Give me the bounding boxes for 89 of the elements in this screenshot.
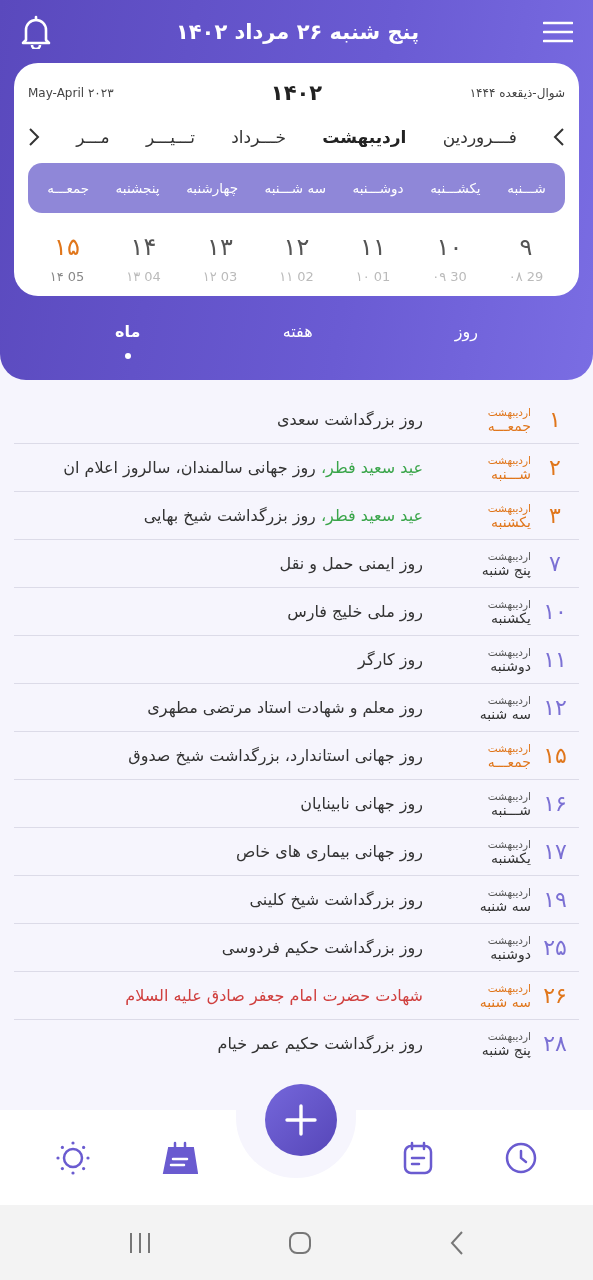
event-day-number: ۲۵ (542, 935, 568, 960)
weekday-label: پنجشنبه (115, 180, 160, 196)
event-day-number: ۱۵ (542, 743, 568, 768)
event-day-number: ۲ (548, 455, 562, 480)
month-tab[interactable]: اردیبهشت (322, 127, 407, 147)
day-subdate: ۱۴ 05 (49, 269, 85, 284)
event-day-number: ۲۶ (542, 983, 568, 1008)
event-day-number: ۱۰ (542, 599, 568, 624)
month-tab[interactable]: خـــرداد (231, 127, 286, 147)
event-month: اردیبهشت (487, 645, 531, 658)
event-title[interactable]: روز ایمنی حمل و نقل (14, 554, 435, 573)
recent-apps-icon[interactable] (128, 1230, 153, 1255)
event-title[interactable]: عید سعید فطر، روز جهانی سالمندان، سالروز اعلام ان (14, 458, 435, 477)
event-month: اردیبهشت (487, 597, 531, 610)
event-month: اردیبهشت (487, 501, 531, 514)
menu-button[interactable] (543, 20, 573, 43)
event-title[interactable]: روز جهانی بیماری های خاص (14, 842, 435, 861)
event-day-number: ۲۸ (542, 1031, 568, 1056)
event-title[interactable]: روز بزرگداشت سعدی (14, 410, 435, 429)
event-day-number: ۱۱ (542, 647, 568, 672)
day-number[interactable]: ۱۱ (360, 233, 386, 261)
day-subdate: ۱۳ 04 (126, 269, 161, 284)
event-month: اردیبهشت (487, 885, 531, 898)
gregorian-month-range: May-April ۲۰۲۳ (28, 86, 115, 100)
day-subdate: ۱۲ 03 (202, 269, 238, 284)
clock-icon (504, 1141, 537, 1174)
year-label: ۱۴۰۲ (270, 81, 323, 105)
event-day-number: ۱۲ (542, 695, 568, 720)
event-day-number: ۱۹ (542, 887, 568, 912)
event-month: اردیبهشت (487, 981, 531, 994)
event-day-number: ۱۶ (542, 791, 568, 816)
event-month: اردیبهشت (487, 453, 531, 466)
month-tab[interactable]: مـــر (76, 127, 110, 147)
event-day-number: ۷ (548, 551, 562, 576)
back-icon[interactable] (448, 1229, 465, 1256)
event-month: اردیبهشت (487, 693, 531, 706)
day-number[interactable]: ۱۳ (207, 233, 233, 261)
calendar-icon (162, 1140, 199, 1175)
day-number[interactable]: ۱۲ (283, 233, 310, 261)
weekday-label: دوشـــنبه (352, 180, 404, 196)
event-month: اردیبهشت (487, 837, 531, 850)
event-month: اردیبهشت (487, 1029, 531, 1042)
app-title: پنج شنبه ۲۶ مرداد ۱۴۰۲ (175, 19, 420, 44)
calendar-note-icon (402, 1140, 433, 1175)
view-tab[interactable]: هفته (270, 322, 325, 372)
event-day-number: ۱۷ (542, 839, 568, 864)
weekday-label: جمعـــه (47, 180, 90, 196)
notification-button[interactable] (20, 14, 52, 49)
event-title[interactable]: روز کارگر (14, 650, 435, 669)
event-day-number: ۳ (548, 503, 562, 528)
event-month: اردیبهشت (487, 741, 531, 754)
event-day-number: ۱ (548, 407, 562, 432)
month-tab[interactable]: فـــروردین (442, 127, 517, 147)
event-title[interactable]: شهادت حضرت امام جعفر صادق علیه السلام (14, 986, 435, 1005)
month-tab[interactable]: تـــیـــر (145, 127, 196, 147)
event-month: اردیبهشت (487, 789, 531, 802)
event-title[interactable]: روز جهانی استاندارد، بزرگداشت شیخ صدوق (14, 746, 435, 765)
event-title[interactable]: روز بزرگداشت حکیم عمر خیام (14, 1034, 435, 1053)
event-title[interactable]: روز ملی خلیج فارس (14, 602, 435, 621)
sun-icon (56, 1140, 91, 1175)
day-subdate: ۱۱ 02 (279, 269, 314, 284)
day-number[interactable]: ۱۴ (130, 233, 157, 261)
event-weekday: یکشنبه (490, 849, 531, 866)
event-weekday: یکشنبه (490, 513, 531, 530)
weekday-label: یکشـــنبه (430, 180, 481, 196)
day-subdate: ۰۹ 30 (432, 269, 467, 284)
event-title[interactable]: روز بزرگداشت حکیم فردوسی (14, 938, 435, 957)
day-number[interactable]: ۱۰ (436, 233, 463, 261)
chevron-left-icon[interactable] (553, 127, 565, 147)
weekday-label: سه شـــنبه (264, 180, 326, 196)
day-number[interactable]: ۹ (519, 233, 533, 261)
plus-icon (283, 1102, 318, 1137)
event-month: اردیبهشت (487, 933, 531, 946)
day-subdate: ۰۸ 29 (508, 269, 544, 284)
view-tab[interactable]: روز (442, 322, 490, 372)
event-title[interactable]: عید سعید فطر، روز بزرگداشت شیخ بهایی (14, 506, 435, 525)
hijri-month-range: شوال-ذیقعده ۱۴۴۴ (468, 86, 565, 100)
event-title[interactable]: روز معلم و شهادت استاد مرتضی مطهری (14, 698, 435, 717)
home-icon[interactable] (288, 1230, 313, 1255)
weekday-label: شـــنبه (507, 180, 546, 196)
view-tab[interactable]: ماه (103, 322, 153, 372)
day-subdate: ۱۰ 01 (355, 269, 391, 284)
weekday-label: چهارشنبه (186, 180, 239, 196)
event-title[interactable]: روز جهانی نابینایان (14, 794, 435, 813)
event-month: اردیبهشت (487, 405, 531, 418)
event-title[interactable]: روز بزرگداشت شیخ کلینی (14, 890, 435, 909)
event-month: اردیبهشت (487, 549, 531, 562)
event-weekday: یکشنبه (490, 609, 531, 626)
chevron-right-icon[interactable] (28, 127, 41, 147)
